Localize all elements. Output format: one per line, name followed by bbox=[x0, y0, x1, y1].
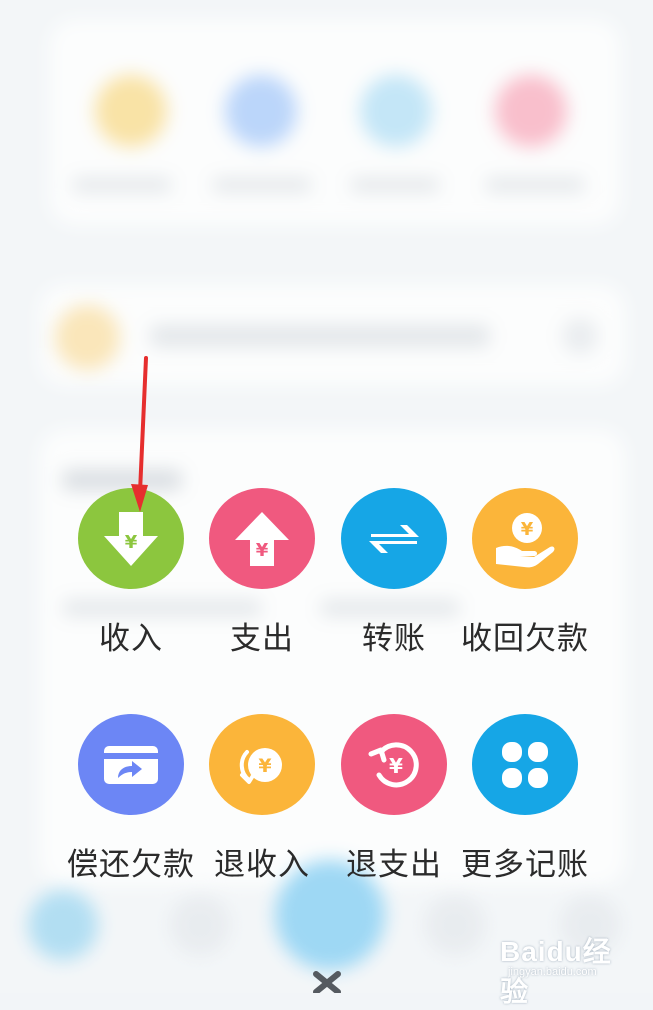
refund-income-label: 退收入 bbox=[214, 847, 310, 883]
hand-holding-coin-icon: ¥ bbox=[496, 512, 555, 567]
expense-icon-circle: ¥ bbox=[209, 488, 315, 589]
repay-debt-button[interactable]: 偿还欠款 bbox=[65, 714, 197, 884]
refund-expense-coin-icon: ¥ bbox=[368, 741, 419, 787]
four-dots-grid-icon bbox=[502, 741, 548, 788]
svg-text:¥: ¥ bbox=[258, 755, 271, 777]
svg-text:¥: ¥ bbox=[256, 540, 269, 561]
watermark-url: jingyan.baidu.com bbox=[508, 966, 597, 978]
red-pointer-arrow-icon bbox=[131, 356, 148, 512]
baidu-watermark: Baidu经验 jingyan.baidu.com bbox=[500, 930, 640, 1007]
refund-income-button[interactable]: ¥ 退收入 bbox=[196, 714, 328, 884]
refund-expense-label: 退支出 bbox=[346, 847, 442, 883]
more-bookkeeping-icon-circle bbox=[472, 714, 578, 815]
more-bookkeeping-button[interactable]: 更多记账 bbox=[459, 714, 591, 884]
expense-label: 支出 bbox=[230, 621, 294, 657]
transfer-button[interactable]: 转账 bbox=[328, 488, 460, 658]
svg-text:¥: ¥ bbox=[389, 754, 403, 778]
repay-debt-label: 偿还欠款 bbox=[67, 847, 195, 883]
collect-debt-button[interactable]: ¥ 收回欠款 bbox=[459, 488, 591, 658]
refund-expense-button[interactable]: ¥ 退支出 bbox=[328, 714, 460, 884]
collect-debt-icon-circle: ¥ bbox=[472, 488, 578, 589]
close-icon[interactable] bbox=[310, 970, 344, 993]
refund-expense-icon-circle: ¥ bbox=[341, 714, 447, 815]
svg-text:¥: ¥ bbox=[521, 519, 534, 540]
repay-debt-icon-circle bbox=[78, 714, 184, 815]
collect-debt-label: 收回欠款 bbox=[461, 621, 589, 657]
refund-income-coin-icon: ¥ bbox=[239, 747, 282, 784]
transfer-label: 转账 bbox=[362, 621, 426, 657]
more-bookkeeping-label: 更多记账 bbox=[461, 847, 589, 883]
expense-up-arrow-yen-icon: ¥ bbox=[235, 511, 289, 566]
transfer-icon-circle bbox=[341, 488, 447, 589]
income-label: 收入 bbox=[99, 621, 163, 657]
transfer-arrows-icon bbox=[369, 524, 419, 553]
expense-button[interactable]: ¥ 支出 bbox=[196, 488, 328, 658]
card-repay-arrow-icon bbox=[104, 745, 158, 784]
svg-text:¥: ¥ bbox=[125, 532, 138, 553]
refund-income-icon-circle: ¥ bbox=[209, 714, 315, 815]
